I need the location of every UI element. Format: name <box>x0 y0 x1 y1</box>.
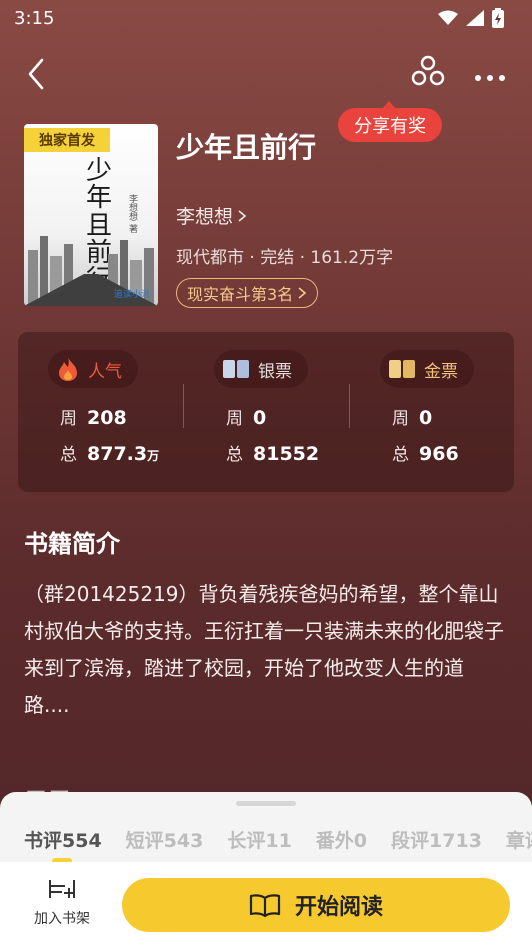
status-time: 3:15 <box>14 7 55 29</box>
stat-pill-silver: 银票 <box>214 350 308 388</box>
stat-popularity-week: 周 208 <box>60 404 127 429</box>
author-name: 李想想 <box>176 206 234 228</box>
share-reward-tip[interactable]: 分享有奖 <box>338 101 442 142</box>
stat-silver-ticket[interactable]: 银票 周 0 总 81552 <box>214 332 364 492</box>
book-meta: 现代都市 · 完结 · 161.2万字 <box>176 248 394 268</box>
add-to-shelf-button[interactable]: 加入书架 <box>24 876 100 936</box>
add-shelf-icon <box>49 880 75 898</box>
stat-pill-popularity: 人气 <box>48 350 138 388</box>
wifi-icon <box>438 10 458 25</box>
stat-gold-total: 总 966 <box>392 440 459 465</box>
stat-popularity[interactable]: 人气 周 208 总 877.3万 <box>48 332 198 492</box>
back-button[interactable] <box>20 52 60 92</box>
more-dots-icon <box>475 75 505 81</box>
cover-publisher-logo: 追读小说 <box>113 290 150 300</box>
cover-exclusive-badge: 独家首发 <box>24 128 110 152</box>
chevron-left-icon <box>28 58 44 90</box>
silver-ticket-icon <box>223 360 249 378</box>
tab-long-reviews[interactable]: 长评11 <box>227 826 291 853</box>
total-label: 总 <box>226 445 243 465</box>
share-icon <box>411 55 445 86</box>
status-icons <box>438 8 504 28</box>
start-reading-label: 开始阅读 <box>294 895 383 920</box>
status-bar: 3:15 <box>0 0 532 36</box>
week-label: 周 <box>392 409 409 429</box>
book-title: 少年且前行 <box>176 131 317 164</box>
week-value: 208 <box>87 407 127 429</box>
tab-short-reviews[interactable]: 短评543 <box>126 826 204 853</box>
battery-icon <box>492 8 504 28</box>
rank-label: 现实奋斗第3名 <box>187 285 294 304</box>
total-value: 877.3 <box>87 443 148 465</box>
tab-book-reviews[interactable]: 书评554 <box>24 826 102 853</box>
stat-divider <box>349 384 350 428</box>
stat-gold-label: 金票 <box>424 361 458 382</box>
tab-chapter-reviews[interactable]: 章评 <box>506 826 532 853</box>
stat-gold-week: 周 0 <box>392 404 432 429</box>
sheet-drag-handle[interactable] <box>236 801 296 806</box>
flame-icon <box>59 357 77 381</box>
total-unit: 万 <box>147 449 160 463</box>
stats-panel: 人气 周 208 总 877.3万 银票 周 0 总 81552 金票 周 0 … <box>18 332 514 492</box>
add-to-shelf-label: 加入书架 <box>34 911 90 927</box>
intro-text[interactable]: （群201425219）背负着残疾爸妈的希望，整个靠山村叔伯大爷的支持。王衍扛着… <box>24 576 508 724</box>
review-tabs: 书评554 短评543 长评11 番外0 段评1713 章评 <box>24 826 532 853</box>
chevron-right-icon <box>298 287 307 299</box>
book-cover[interactable]: 独家首发 少年且前行 李想想 著 追读小说 <box>24 124 158 306</box>
signal-icon <box>466 10 484 26</box>
stat-popularity-label: 人气 <box>88 361 122 382</box>
author-link[interactable]: 李想想 <box>176 202 247 229</box>
open-book-icon <box>249 894 281 918</box>
tab-extras[interactable]: 番外0 <box>316 826 367 853</box>
total-label: 总 <box>60 445 77 465</box>
gold-ticket-icon <box>389 360 415 378</box>
start-reading-button[interactable]: 开始阅读 <box>122 878 510 932</box>
top-nav <box>0 46 532 96</box>
chevron-right-icon <box>238 209 247 222</box>
stat-silver-label: 银票 <box>258 361 292 382</box>
share-button[interactable] <box>408 52 448 92</box>
stat-pill-gold: 金票 <box>380 350 474 388</box>
rank-chip[interactable]: 现实奋斗第3名 <box>176 278 319 308</box>
total-value: 81552 <box>253 443 320 465</box>
stat-popularity-total: 总 877.3万 <box>60 440 159 465</box>
stat-gold-ticket[interactable]: 金票 周 0 总 966 <box>380 332 530 492</box>
bottom-action-bar: 加入书架 开始阅读 <box>0 862 532 946</box>
stat-divider <box>183 384 184 428</box>
week-label: 周 <box>226 409 243 429</box>
intro-title: 书籍简介 <box>24 530 120 558</box>
week-label: 周 <box>60 409 77 429</box>
tab-paragraph-reviews[interactable]: 段评1713 <box>391 826 482 853</box>
week-value: 0 <box>419 407 433 429</box>
stat-silver-week: 周 0 <box>226 404 266 429</box>
stat-silver-total: 总 81552 <box>226 440 319 465</box>
week-value: 0 <box>253 407 267 429</box>
more-button[interactable] <box>470 52 510 92</box>
total-label: 总 <box>392 445 409 465</box>
total-value: 966 <box>419 443 459 465</box>
